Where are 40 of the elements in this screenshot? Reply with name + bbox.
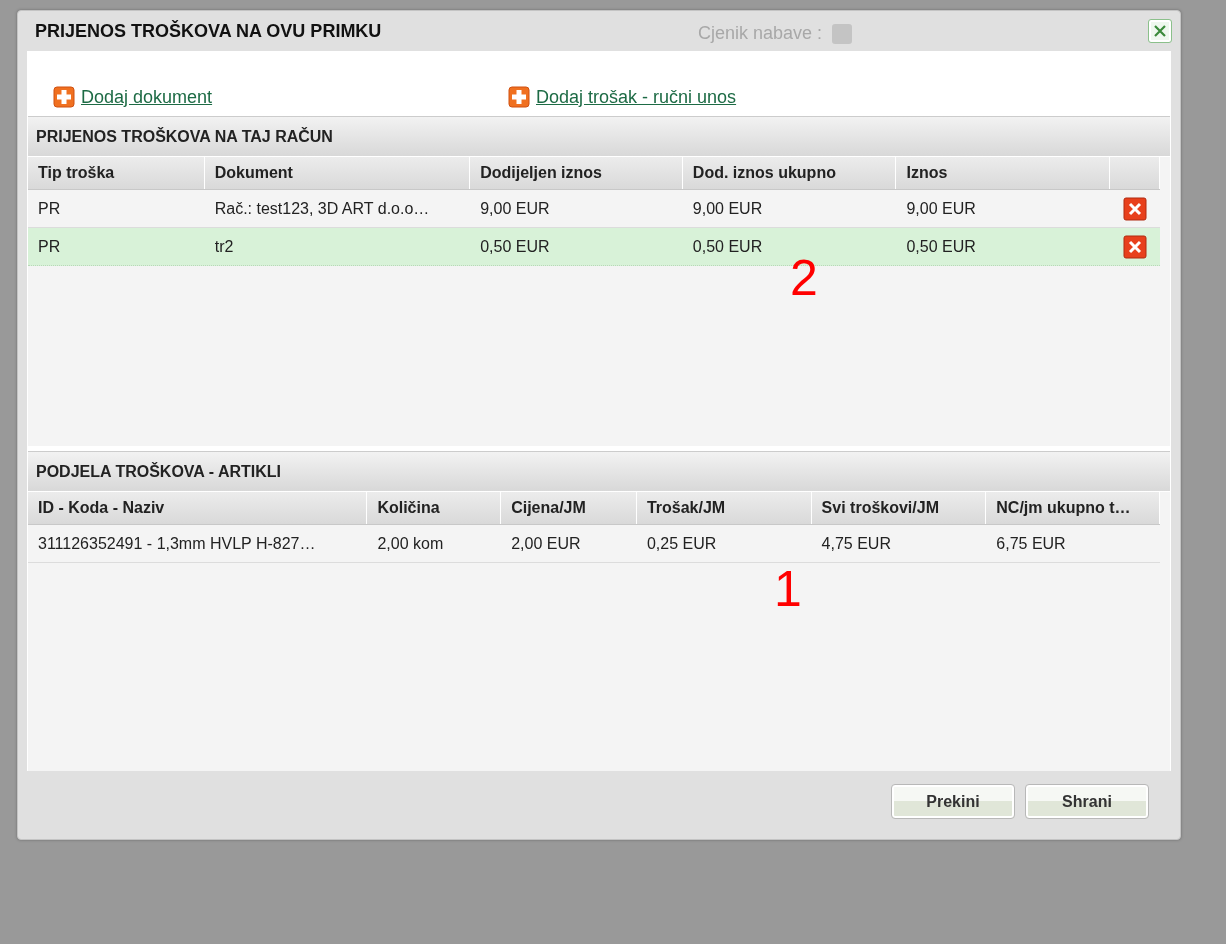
add-link[interactable]: Dodaj trošak - ručni unos — [536, 86, 737, 108]
column-header[interactable]: Količina — [367, 492, 502, 524]
section-header: PRIJENOS TROŠKOVA NA TAJ RAČUN — [28, 116, 1170, 156]
column-header[interactable]: Dokument — [204, 157, 471, 189]
dialog-button[interactable]: Shrani — [1025, 784, 1149, 819]
table-cell-text: tr2 — [213, 236, 235, 257]
column-header[interactable]: Cijena/JM — [501, 492, 637, 524]
table-cell-text: 2,00 EUR — [510, 533, 582, 554]
add-link[interactable]: Dodaj dokument — [81, 86, 213, 108]
delete-icon[interactable] — [1123, 196, 1148, 221]
column-header[interactable]: Svi troškovi/JM — [811, 492, 987, 524]
dialog-button[interactable]: Prekini — [891, 784, 1015, 819]
table-cell-text: 2,00 kom — [376, 533, 445, 554]
column-header[interactable]: Tip troška — [28, 157, 205, 189]
annotation-number: 1 — [774, 564, 802, 614]
section-header: PODJELA TROŠKOVA - ARTIKLI — [28, 451, 1170, 491]
table-cell-text: 311126352491 - 1,3mm HVLP H-827… — [37, 533, 317, 554]
column-header[interactable]: Dodijeljen iznos — [470, 157, 683, 189]
delete-icon[interactable] — [1123, 234, 1148, 259]
table-cell-text: 6,75 EUR — [995, 533, 1067, 554]
table-cell-text: Rač.: test123, 3D ART d.o.o… — [213, 198, 431, 219]
table-cell-text: 9,00 EUR — [905, 198, 977, 219]
table-cell-text: 9,00 EUR — [691, 198, 764, 219]
dialog-title: PRIJENOS TROŠKOVA NA OVU PRIMKU — [35, 20, 382, 42]
table-cell-text: 0,50 EUR — [479, 236, 551, 257]
column-header[interactable]: NC/jm ukupno t… — [986, 492, 1160, 524]
table-cell-text: 0,25 EUR — [645, 533, 718, 554]
column-header[interactable]: ID - Koda - Naziv — [28, 492, 368, 524]
table-cell-text: 4,75 EUR — [820, 533, 892, 554]
table-cell-text: PR — [37, 236, 62, 257]
table-cell-text: 9,00 EUR — [479, 198, 551, 219]
background-label: Cjenik nabave : — [698, 23, 823, 44]
table-cell-text: 0,50 EUR — [905, 236, 977, 257]
column-header[interactable]: Trošak/JM — [636, 492, 812, 524]
close-icon — [1152, 23, 1168, 39]
table-cell-text: PR — [37, 198, 62, 219]
table-cell-text: 0,50 EUR — [691, 236, 764, 257]
column-header[interactable]: Iznos — [896, 157, 1111, 189]
close-button[interactable] — [1148, 19, 1172, 43]
column-header[interactable]: Dod. iznos ukupno — [682, 157, 897, 189]
